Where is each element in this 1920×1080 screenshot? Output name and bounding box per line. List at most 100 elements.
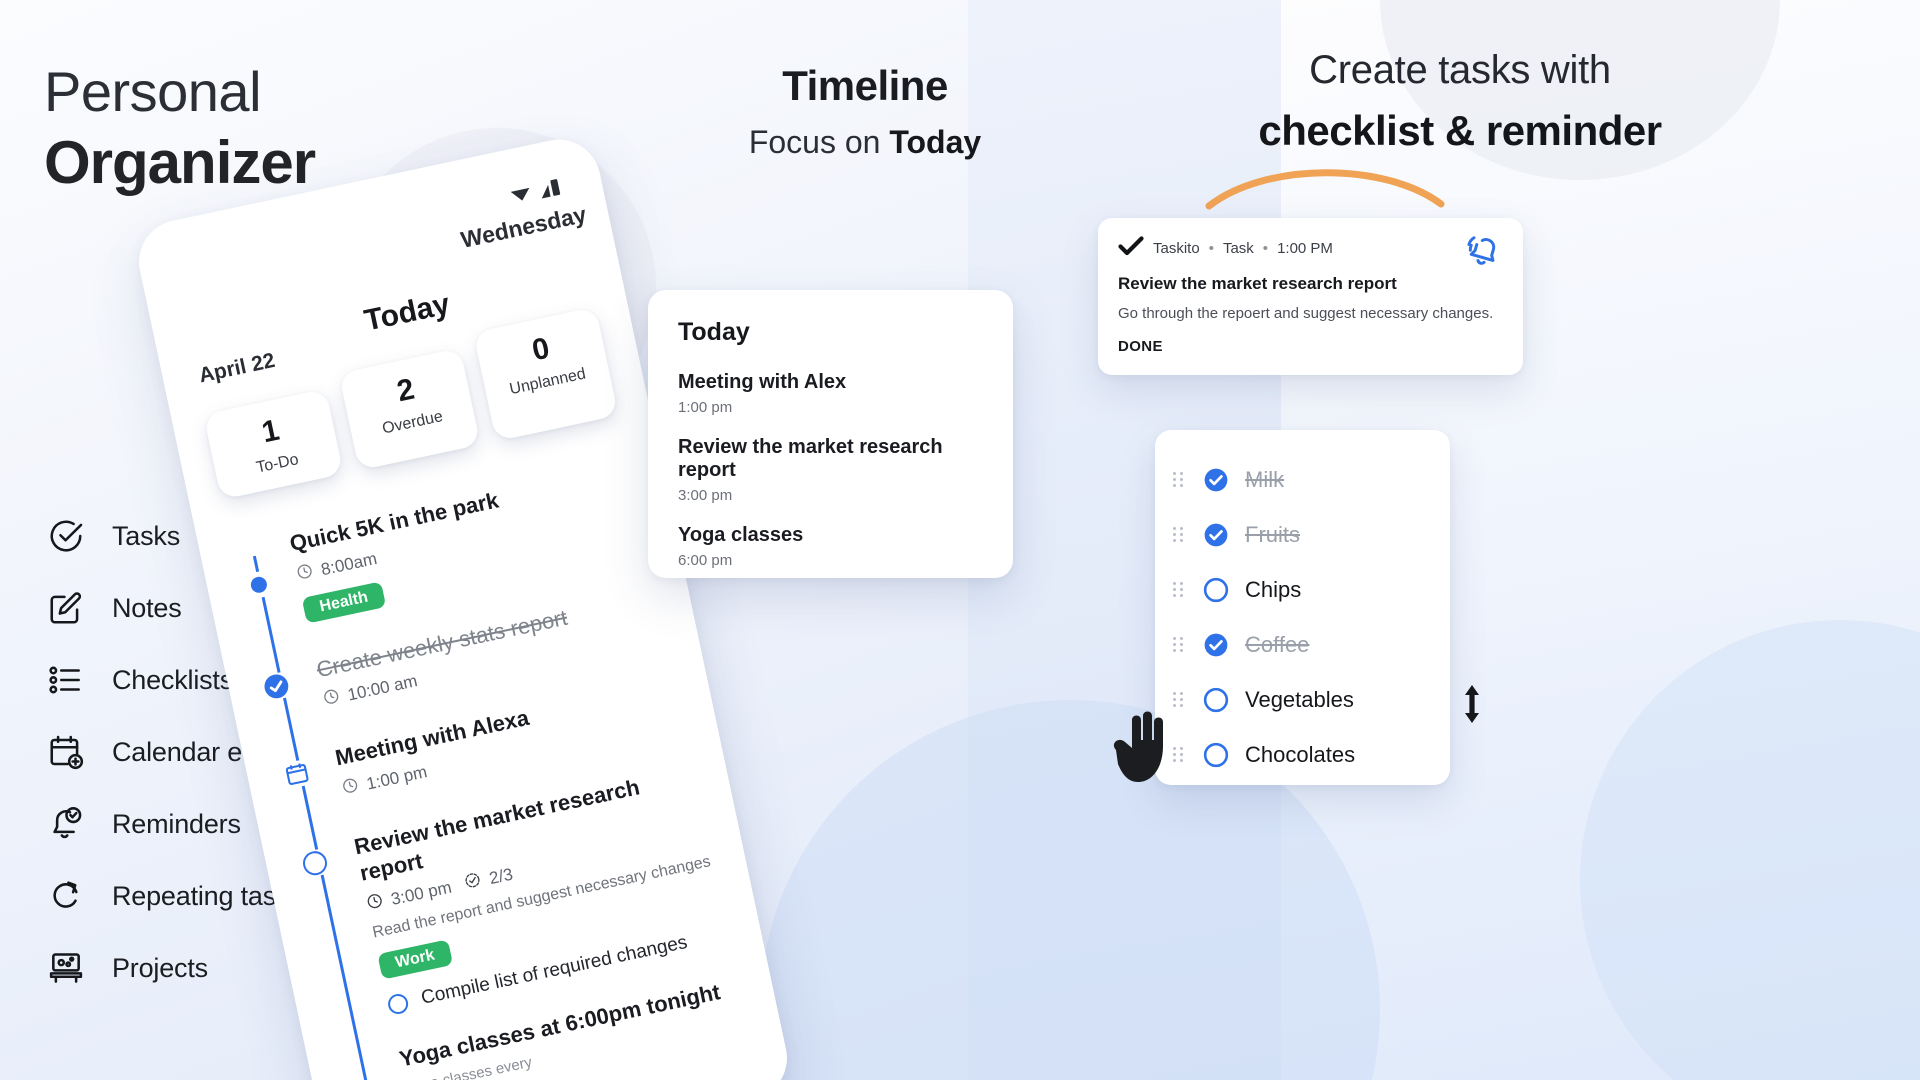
checklist-label: Chocolates <box>1245 741 1356 767</box>
feature-item-repeating-tasks[interactable]: Repeating tasks <box>44 860 306 932</box>
timeline-item-tag[interactable]: Work <box>377 938 453 980</box>
notification-done-button[interactable]: DONE <box>1118 338 1503 355</box>
taskito-check-logo-icon <box>1118 236 1144 261</box>
notification-time: 1:00 PM <box>1277 240 1333 257</box>
today-card-title: Today <box>678 318 750 346</box>
reminder-bell-icon <box>44 802 88 846</box>
note-pencil-icon <box>44 586 88 630</box>
page-title: Personal Organizer <box>44 58 316 200</box>
feature-label: Notes <box>112 592 182 623</box>
checklist-row[interactable]: Coffee <box>1173 617 1432 672</box>
clock-icon <box>321 687 342 712</box>
signal-icon <box>536 176 566 204</box>
middle-heading-line-2: Focus on Today <box>700 124 1030 161</box>
poster-stage: Personal Organizer Tasks Notes Checklist… <box>0 0 1920 1080</box>
checklist-label: Vegetables <box>1245 686 1354 712</box>
stat-card-unplanned[interactable]: 0 Unplanned <box>473 306 619 442</box>
right-heading-line-1: Create tasks with <box>1309 48 1611 92</box>
checklist-card: Milk Fruits Chips Coffee Vegetables Choc… <box>1155 430 1479 785</box>
clock-icon <box>365 891 386 916</box>
today-card-item[interactable]: Meeting with Alex 1:00 pm <box>678 371 983 416</box>
notification-separator: • <box>1208 240 1214 257</box>
checklist-row[interactable]: Milk <box>1173 452 1432 507</box>
stat-card-overdue[interactable]: 2 Overdue <box>338 347 481 471</box>
feature-label: Checklists <box>112 664 234 695</box>
drag-handle-icon[interactable] <box>1173 637 1187 652</box>
headline-line-2: Organizer <box>44 129 316 197</box>
today-card-item-time: 1:00 pm <box>678 399 733 416</box>
notification-body: Go through the repoert and suggest neces… <box>1118 305 1494 322</box>
notification-separator: • <box>1262 240 1269 257</box>
checklist-row[interactable]: Vegetables <box>1173 672 1432 727</box>
timeline-item-time: 3:00 pm <box>389 877 454 909</box>
timeline-marker-calendar-icon[interactable] <box>281 758 313 790</box>
reorder-arrow-icon <box>1458 682 1486 731</box>
headline-line-1: Personal <box>44 60 262 123</box>
right-heading-line-2: checklist & reminder <box>1258 107 1662 154</box>
timeline-item-tag[interactable]: Health <box>301 580 387 624</box>
feature-label: Projects <box>112 952 208 983</box>
timeline-marker-dot-icon[interactable] <box>243 569 275 601</box>
checkbox-unchecked-icon[interactable] <box>1203 742 1229 768</box>
checklist-progress-icon <box>463 870 484 895</box>
checklist-icon <box>44 658 88 702</box>
middle-heading-prefix: Focus on <box>748 124 890 160</box>
middle-heading-bold: Today <box>889 124 982 160</box>
timeline-item-time: 1:00 pm <box>364 761 429 794</box>
drag-handle-icon[interactable] <box>1173 582 1187 597</box>
checklist-label: Fruits <box>1245 521 1300 547</box>
timeline-item-time: 10:00 am <box>345 671 420 705</box>
projects-icon <box>44 946 88 990</box>
clock-icon <box>294 561 315 586</box>
curved-underline-icon <box>1205 169 1445 210</box>
drag-handle-icon[interactable] <box>1173 692 1187 707</box>
today-card-item-title: Review the market research report <box>678 436 943 481</box>
wifi-icon <box>509 184 535 209</box>
middle-heading-line-1: Timeline <box>782 62 948 109</box>
notification-title: Review the market research report <box>1118 274 1397 293</box>
checklist-label: Coffee <box>1245 631 1310 657</box>
notification-category: Task <box>1222 240 1254 257</box>
today-card-item-time: 6:00 pm <box>678 552 733 569</box>
checkbox-checked-icon[interactable] <box>1203 632 1229 658</box>
repeat-icon <box>44 874 88 918</box>
feature-item-projects[interactable]: Projects <box>44 932 306 1004</box>
calendar-add-icon <box>44 730 88 774</box>
notification-card[interactable]: Taskito • Task • 1:00 PM Review the mark… <box>1098 218 1523 376</box>
today-card: Today Meeting with Alex 1:00 pm Review t… <box>648 290 1013 578</box>
checkbox-checked-icon[interactable] <box>1203 467 1229 493</box>
right-heading: Create tasks with checklist & reminder <box>1080 48 1840 155</box>
today-card-item-title: Yoga classes <box>678 524 804 546</box>
checklist-row[interactable]: Fruits <box>1173 507 1432 562</box>
today-card-item[interactable]: Review the market research report 3:00 p… <box>678 436 983 504</box>
checklist-row[interactable]: Chips <box>1173 562 1432 617</box>
timeline-marker-circle-icon[interactable] <box>299 847 331 879</box>
checklist-label: Milk <box>1245 466 1285 492</box>
clock-icon <box>340 775 361 800</box>
today-card-item-title: Meeting with Alex <box>678 371 847 393</box>
checkbox-unchecked-icon[interactable] <box>1203 577 1229 603</box>
today-card-item[interactable]: Yoga classes 6:00 pm <box>678 524 983 569</box>
drag-handle-icon[interactable] <box>1173 472 1187 487</box>
hand-cursor-icon <box>1108 706 1178 795</box>
notification-header: Taskito • Task • 1:00 PM <box>1118 236 1503 261</box>
notification-app-name: Taskito <box>1153 240 1200 257</box>
stat-card-todo[interactable]: 1 To-Do <box>203 388 344 500</box>
timeline-item[interactable]: Review the market research report 3:00 p… <box>299 761 733 1017</box>
bell-ringing-icon[interactable] <box>1463 232 1505 279</box>
checklist-row[interactable]: Chocolates <box>1173 727 1432 782</box>
task-check-icon <box>44 514 88 558</box>
drag-handle-icon[interactable] <box>1173 527 1187 542</box>
timeline-item-time: 8:00am <box>319 548 379 579</box>
phone-title: Today <box>361 287 453 338</box>
checkbox-unchecked-icon[interactable] <box>1203 687 1229 713</box>
feature-label: Tasks <box>112 520 181 551</box>
subtask-checkbox-icon[interactable] <box>386 991 410 1016</box>
checklist-label: Chips <box>1245 576 1302 602</box>
feature-label: Reminders <box>112 808 241 839</box>
timeline-item-checklist-count: 2/3 <box>487 864 515 888</box>
middle-heading: Timeline Focus on Today <box>700 62 1030 161</box>
timeline-marker-check-icon[interactable] <box>260 670 292 702</box>
checkbox-checked-icon[interactable] <box>1203 522 1229 548</box>
today-card-item-time: 3:00 pm <box>678 487 733 504</box>
